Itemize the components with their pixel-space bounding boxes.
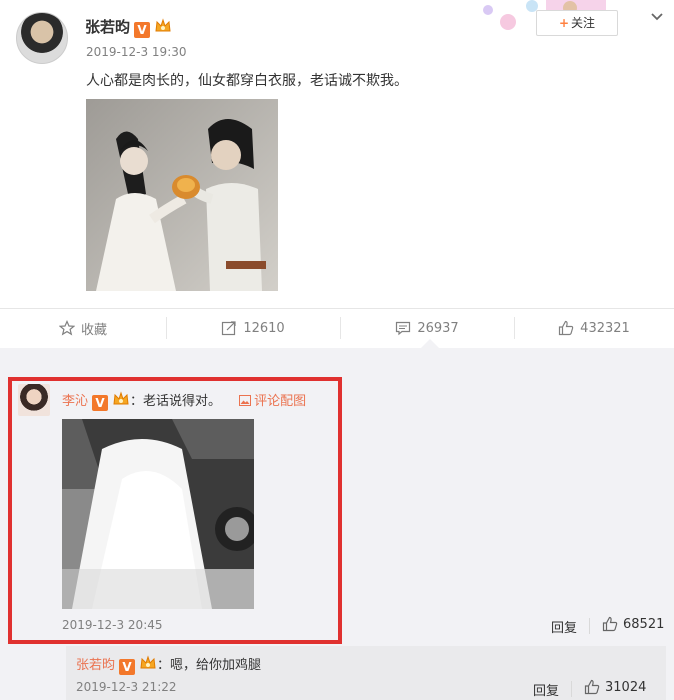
comment-picture-link[interactable]: 评论配图 xyxy=(239,394,306,409)
divider xyxy=(589,618,590,634)
crown-icon xyxy=(113,391,129,405)
plus-icon: + xyxy=(558,16,570,30)
chevron-down-icon[interactable] xyxy=(649,8,665,24)
repost-icon xyxy=(222,321,236,336)
comment-photo[interactable] xyxy=(62,419,254,609)
reply-like-button[interactable]: 31024 xyxy=(584,679,646,695)
repost-count: 12610 xyxy=(243,320,285,336)
reply-text: 张若昀 V ：嗯，给你加鸡腿 xyxy=(76,654,261,675)
comment-text: 李沁 V ：老话说得对。 评论配图 xyxy=(62,390,306,411)
comment-icon xyxy=(396,321,411,336)
comment-body: ：老话说得对。 xyxy=(130,394,222,409)
divider xyxy=(571,681,572,697)
thumbs-up-icon xyxy=(584,679,600,695)
comment-timestamp: 2019-12-3 20:45 xyxy=(62,618,163,632)
post-timestamp[interactable]: 2019-12-3 19:30 xyxy=(86,45,187,59)
reply-like-count: 31024 xyxy=(605,679,647,695)
favorite-label: 收藏 xyxy=(80,322,107,338)
repost-button[interactable]: 12610 xyxy=(166,309,340,347)
author-name[interactable]: 张若昀 xyxy=(85,18,130,36)
weibo-post: 张若昀 V 2019-12-3 19:30 人心都是肉长的，仙女都穿白衣服，老话诚… xyxy=(0,0,674,346)
verified-badge-icon: V xyxy=(134,22,151,38)
reply-button[interactable]: 回复 xyxy=(533,680,559,699)
verified-badge-icon: V xyxy=(119,659,136,675)
post-photo[interactable] xyxy=(86,99,278,291)
photo-couple-icon xyxy=(86,99,278,291)
photo-wedding-car-icon xyxy=(62,419,254,609)
image-icon xyxy=(239,395,252,406)
avatar[interactable] xyxy=(16,12,68,64)
reply-body: ：嗯，给你加鸡腿 xyxy=(157,658,262,673)
crown-icon xyxy=(140,655,156,669)
comment-like-button[interactable]: 68521 xyxy=(602,616,664,632)
comment-like-count: 68521 xyxy=(623,616,665,632)
post-author: 张若昀 V xyxy=(85,16,172,38)
favorite-button[interactable]: 收藏 xyxy=(0,309,166,347)
like-button[interactable]: 432321 xyxy=(514,309,674,347)
reply-button[interactable]: 回复 xyxy=(551,617,577,636)
verified-badge-icon: V xyxy=(92,395,109,411)
comment-author[interactable]: 李沁 xyxy=(62,394,88,409)
comment-count: 26937 xyxy=(417,320,459,336)
reply-timestamp: 2019-12-3 21:22 xyxy=(76,680,177,694)
follow-label: 关注 xyxy=(571,16,596,30)
crown-icon xyxy=(155,18,171,32)
thumbs-up-icon xyxy=(602,616,618,632)
action-bar: 收藏 12610 26937 432321 xyxy=(0,308,674,346)
star-icon xyxy=(58,320,75,336)
reply-author[interactable]: 张若昀 xyxy=(76,658,115,673)
like-count: 432321 xyxy=(580,320,630,336)
thumbs-up-icon xyxy=(559,320,574,336)
pic-link-label: 评论配图 xyxy=(254,394,307,409)
comment-item: 李沁 V ：老话说得对。 评论配图 2019-12-3 20:45 xyxy=(8,376,666,644)
comment-pointer xyxy=(421,339,439,348)
post-text: 人心都是肉长的，仙女都穿白衣服，老话诚不欺我。 xyxy=(86,73,408,89)
sub-reply: 张若昀 V ：嗯，给你加鸡腿 2019-12-3 21:22 回复 31024 xyxy=(66,646,666,700)
avatar[interactable] xyxy=(18,384,50,416)
follow-button[interactable]: + 关注 xyxy=(536,10,618,36)
